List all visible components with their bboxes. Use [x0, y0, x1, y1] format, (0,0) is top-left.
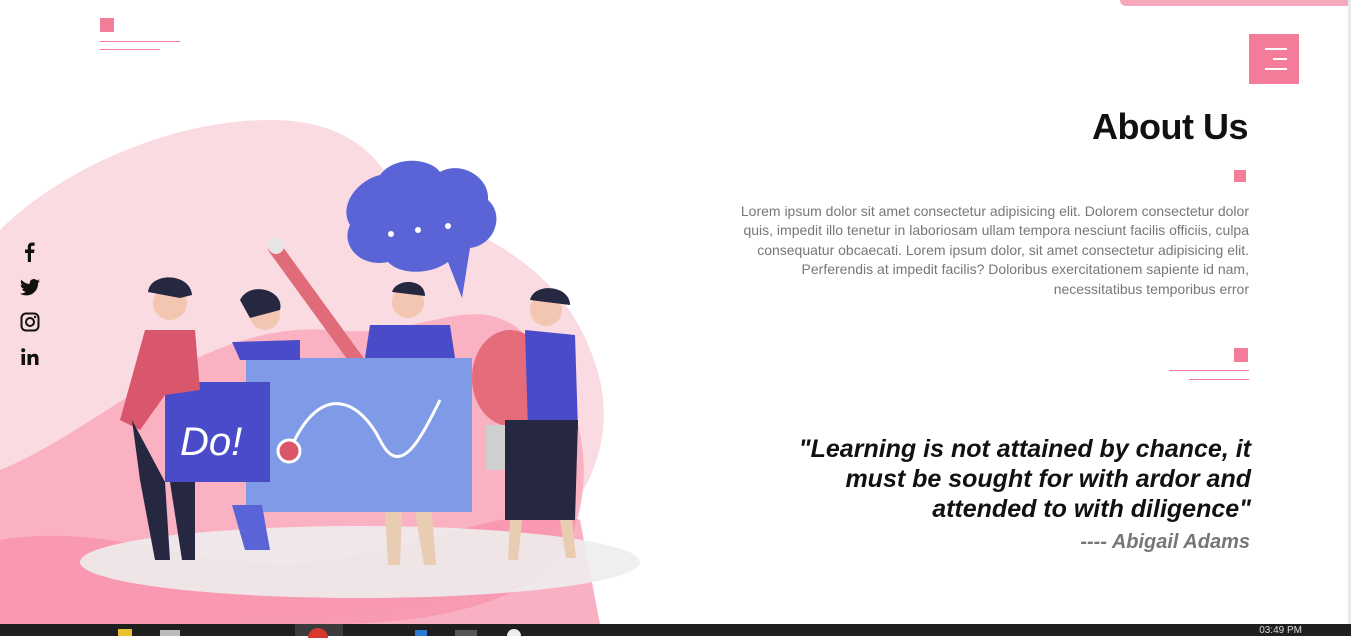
app-icon[interactable]	[507, 629, 521, 636]
page-title: About Us	[1092, 106, 1248, 147]
instagram-icon[interactable]	[20, 312, 40, 332]
app-icon[interactable]	[118, 629, 132, 636]
twitter-icon[interactable]	[20, 277, 40, 297]
svg-text:Do!: Do!	[180, 420, 242, 464]
linkedin-icon[interactable]	[20, 347, 40, 367]
app-icon[interactable]	[455, 630, 477, 636]
about-paragraph: Lorem ipsum dolor sit amet consectetur a…	[740, 203, 1249, 297]
taskbar	[0, 624, 1351, 638]
quote-text: "Learning is not attained by chance, it …	[798, 435, 1251, 523]
taskbar-clock: 03:49 PM	[1259, 625, 1302, 636]
menu-button[interactable]	[1249, 34, 1299, 84]
menu-icon	[1265, 48, 1287, 50]
accent-square	[1234, 170, 1246, 182]
app-icon[interactable]	[415, 630, 427, 636]
team-illustration: Do!	[0, 120, 640, 624]
top-decoration	[1120, 0, 1351, 6]
app-icon[interactable]	[160, 630, 180, 636]
facebook-icon[interactable]	[20, 242, 40, 262]
quote-author: ---- Abigail Adams	[1080, 531, 1250, 553]
